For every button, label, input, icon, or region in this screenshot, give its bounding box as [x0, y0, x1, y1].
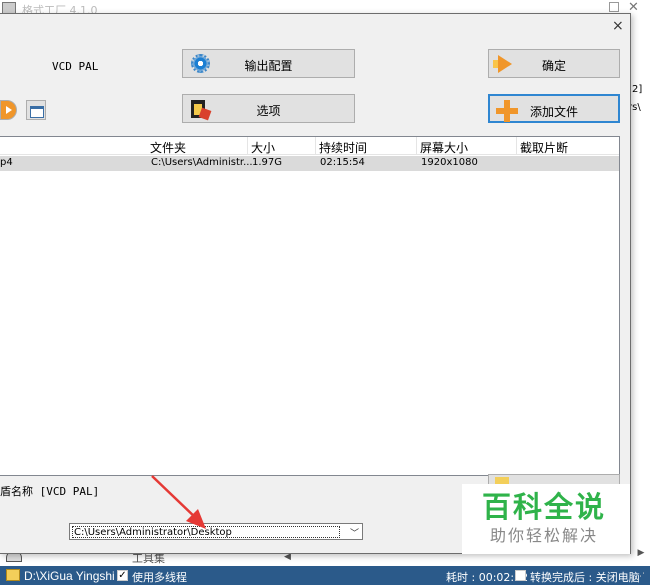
add-file-label: 添加文件 — [529, 105, 578, 119]
output-config-button[interactable]: 输出配置 — [182, 49, 355, 78]
format-label: VCD PAL — [52, 60, 99, 73]
folder-icon[interactable] — [6, 569, 20, 581]
column-divider[interactable] — [416, 137, 417, 155]
add-file-button[interactable]: 添加文件 — [488, 94, 620, 123]
options-label: 选项 — [256, 104, 281, 118]
dialog-close-icon[interactable]: × — [612, 18, 624, 34]
options-button[interactable]: 选项 — [182, 94, 355, 123]
scroll-right-icon[interactable]: ▶ — [634, 548, 648, 562]
output-config-label: 输出配置 — [244, 59, 293, 73]
background-text: 2] — [632, 84, 643, 95]
watermark-subtitle: 助你轻松解决 — [490, 526, 599, 545]
column-header-clip[interactable]: 截取片断 — [520, 139, 568, 156]
watermark: 百科全说 助你轻松解决 — [462, 484, 630, 554]
multithread-label: 使用多线程 — [132, 571, 187, 584]
convert-settings-dialog: × VCD PAL 输出配置 选项 确定 添加文件 文件夹 大小 持续时间 屏幕… — [0, 13, 631, 554]
ok-label: 确定 — [541, 59, 566, 73]
window-icon[interactable] — [26, 100, 46, 120]
file-list-header: 文件夹 大小 持续时间 屏幕大小 截取片断 — [0, 137, 619, 155]
maximize-icon[interactable] — [609, 2, 619, 12]
row-duration: 02:15:54 — [320, 157, 365, 168]
column-divider[interactable] — [516, 137, 517, 155]
watermark-title: 百科全说 — [482, 490, 607, 524]
column-header-folder[interactable]: 文件夹 — [150, 139, 186, 156]
status-bar: D:\XiGua Yingshi ✓ 使用多线程 耗时 : 00:02:32 转… — [0, 566, 650, 585]
row-size: 1.97G — [252, 157, 283, 168]
column-header-screen-size[interactable]: 屏幕大小 — [420, 139, 468, 156]
column-header-duration[interactable]: 持续时间 — [319, 139, 367, 156]
background-right-panel — [630, 16, 650, 556]
column-divider[interactable] — [247, 137, 248, 155]
ok-button[interactable]: 确定 — [488, 49, 620, 78]
after-complete-label: 转换完成后 : 关闭电脑 — [530, 571, 640, 584]
after-complete-checkbox[interactable] — [515, 570, 526, 581]
file-list[interactable]: 文件夹 大小 持续时间 屏幕大小 截取片断 p4 C:\Users\Admini… — [0, 136, 620, 476]
column-divider[interactable] — [315, 137, 316, 155]
row-screen-size: 1920x1080 — [421, 157, 478, 168]
name-label: 盾名称 [VCD PAL] — [0, 485, 100, 498]
row-folder: C:\Users\Administr... — [151, 157, 253, 168]
output-path-dropdown[interactable]: C:\Users\Administrator\Desktop ﹀ — [69, 523, 363, 540]
column-header-size[interactable]: 大小 — [251, 139, 275, 156]
table-row[interactable]: p4 C:\Users\Administr... 1.97G 02:15:54 … — [0, 156, 619, 171]
red-arrow-annotation — [151, 475, 206, 529]
play-icon[interactable] — [0, 100, 17, 120]
chevron-down-icon[interactable]: ﹀ — [350, 526, 359, 539]
row-name: p4 — [0, 157, 13, 168]
background-bottom-area — [0, 552, 650, 566]
output-folder-path[interactable]: D:\XiGua Yingshi — [24, 569, 115, 583]
resize-grip-icon[interactable]: ⋰ — [636, 572, 645, 582]
multithread-checkbox[interactable]: ✓ — [117, 570, 128, 581]
